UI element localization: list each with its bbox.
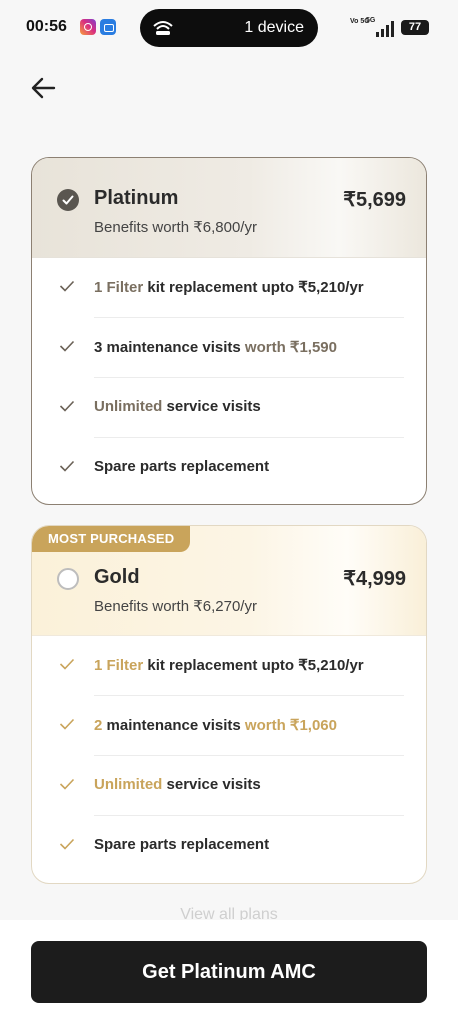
plan-header: MOST PURCHASED Gold ₹4,999 Benefits wort… [32,526,426,636]
benefit-item: 1 Filter kit replacement upto ₹5,210/yr [32,636,426,696]
checkmark-icon [59,718,75,730]
benefit-list: 1 Filter kit replacement upto ₹5,210/yr … [32,258,426,498]
back-button[interactable] [28,72,60,104]
benefit-highlight: Unlimited [94,776,163,793]
hotspot-device-count: 1 device [244,19,304,36]
benefit-text: maintenance visits [102,717,245,734]
benefit-item: 2 maintenance visits worth ₹1,060 [32,696,426,756]
plan-price: ₹5,699 [343,189,406,211]
signal-area: Vo 5G 5G 77 [350,17,430,39]
checkmark-icon [59,778,75,790]
radio-unselected[interactable] [57,568,79,590]
benefit-item: Spare parts replacement [32,438,426,498]
checkmark-icon [59,460,75,472]
check-icon [62,195,74,205]
benefit-highlight: worth ₹1,060 [244,717,337,734]
checkmark-icon [59,838,75,850]
hotspot-pill[interactable]: 1 device [140,9,318,47]
plan-benefits-worth: Benefits worth ₹6,270/yr [94,598,257,615]
benefit-text: Spare parts replacement [94,458,270,475]
benefit-text: 3 maintenance visits [94,339,245,356]
status-bar: 00:56 1 device Vo 5G 5G 77 [0,0,458,56]
instagram-icon [80,19,96,35]
benefit-text: service visits [162,776,261,793]
benefit-highlight: Unlimited [94,398,163,415]
signal-icon [372,21,396,37]
status-time: 00:56 [26,18,67,35]
hotspot-icon [153,21,173,35]
benefit-item: Unlimited service visits [32,378,426,438]
plan-benefits-worth: Benefits worth ₹6,800/yr [94,219,257,236]
benefit-highlight: 1 Filter [94,279,144,296]
benefit-text: kit replacement upto ₹5,210/yr [143,279,364,296]
plan-price: ₹4,999 [343,568,406,590]
checkmark-icon [59,658,75,670]
benefit-item: Unlimited service visits [32,756,426,816]
benefit-text: Spare parts replacement [94,836,270,853]
benefit-item: 3 maintenance visits worth ₹1,590 [32,318,426,378]
battery-icon: 77 [401,20,429,35]
benefit-highlight: worth ₹1,590 [244,339,337,356]
benefit-item: 1 Filter kit replacement upto ₹5,210/yr [32,258,426,318]
plan-header: Platinum ₹5,699 Benefits worth ₹6,800/yr [32,158,426,258]
radio-selected[interactable] [57,189,79,211]
get-amc-button[interactable]: Get Platinum AMC [31,941,427,1003]
benefit-text: service visits [162,398,261,415]
benefit-highlight: 1 Filter [94,657,144,674]
arrow-left-icon [31,77,56,99]
plan-name: Platinum [94,187,179,209]
benefit-text: kit replacement upto ₹5,210/yr [143,657,364,674]
checkmark-icon [59,280,75,292]
plan-card-platinum[interactable]: Platinum ₹5,699 Benefits worth ₹6,800/yr… [31,157,427,505]
benefit-list: 1 Filter kit replacement upto ₹5,210/yr … [32,636,426,876]
most-purchased-badge: MOST PURCHASED [32,526,191,552]
gallery-icon [100,19,116,35]
plan-name: Gold [94,566,140,588]
plan-card-gold[interactable]: MOST PURCHASED Gold ₹4,999 Benefits wort… [31,525,427,884]
benefit-item: Spare parts replacement [32,816,426,876]
checkmark-icon [59,400,75,412]
checkmark-icon [59,340,75,352]
